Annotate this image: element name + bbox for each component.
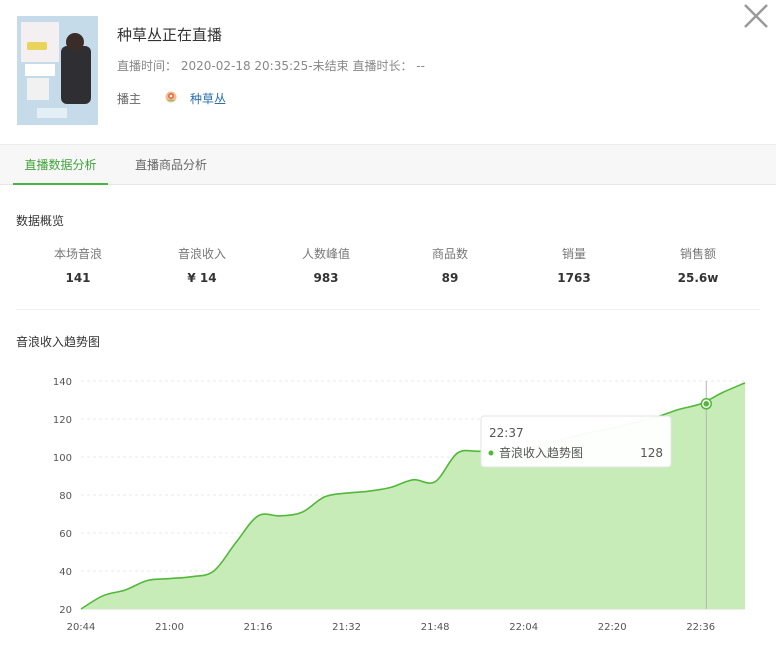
- stat-sales-amount: 销售额 25.6w: [636, 245, 760, 285]
- stat-value: 89: [441, 271, 459, 285]
- yinlang-trend-chart[interactable]: 20 40 60 80 100 120 140 20:44 21:00 21:16 21:32 21:…: [0, 360, 776, 645]
- data-point[interactable]: [389, 485, 393, 489]
- data-point[interactable]: [79, 607, 83, 611]
- y-tick-label: 80: [59, 491, 72, 502]
- y-tick-label: 100: [53, 453, 72, 464]
- tooltip-series-name: 音浪收入趋势图: [499, 445, 583, 460]
- host-name-link[interactable]: 种草丛: [190, 90, 226, 107]
- stat-value: 983: [313, 271, 339, 285]
- x-tick-label: 22:04: [509, 622, 538, 633]
- data-point[interactable]: [256, 514, 260, 518]
- stat-label: 人数峰值: [301, 247, 350, 261]
- host-label: 播主: [117, 92, 142, 106]
- stat-label: 销量: [561, 247, 586, 261]
- stat-value: 25.6w: [677, 271, 719, 285]
- y-tick-label: 120: [53, 415, 72, 426]
- data-point[interactable]: [123, 588, 127, 592]
- data-point[interactable]: [721, 390, 725, 394]
- data-point[interactable]: [411, 478, 415, 482]
- x-tick-label: 21:32: [332, 622, 361, 633]
- trend-chart-title: 音浪收入趋势图: [16, 335, 101, 349]
- tooltip-time: 22:37: [489, 426, 524, 440]
- tooltip-value: 128: [640, 446, 663, 460]
- data-point[interactable]: [300, 510, 304, 514]
- x-tick-label: 21:16: [244, 622, 273, 633]
- x-tick-label: 20:44: [67, 622, 96, 633]
- data-point[interactable]: [677, 408, 681, 412]
- stat-product-count: 商品数 89: [388, 245, 512, 285]
- highlight-point: [703, 401, 710, 407]
- data-point[interactable]: [168, 577, 172, 581]
- tab-live-data-analysis[interactable]: 直播数据分析: [13, 145, 108, 185]
- data-point[interactable]: [743, 381, 747, 385]
- x-tick-label: 22:20: [598, 622, 627, 633]
- y-tick-label: 20: [59, 605, 72, 616]
- live-cover-thumbnail: [17, 16, 98, 125]
- stat-value: 141: [65, 271, 91, 285]
- stat-label: 销售额: [679, 247, 716, 261]
- x-tick-label: 21:48: [421, 622, 450, 633]
- tooltip-series-marker: [488, 450, 494, 456]
- data-point[interactable]: [190, 575, 194, 579]
- host-avatar-icon: [165, 91, 177, 103]
- section-divider: [16, 309, 760, 310]
- y-tick-label: 60: [59, 529, 72, 540]
- data-point[interactable]: [145, 579, 149, 583]
- analysis-tabs: 直播数据分析 直播商品分析: [0, 144, 776, 185]
- data-point[interactable]: [234, 541, 238, 545]
- y-tick-label: 140: [53, 377, 72, 388]
- x-tick-label: 22:36: [686, 622, 715, 633]
- data-point[interactable]: [322, 495, 326, 499]
- overview-title: 数据概览: [16, 214, 65, 228]
- data-point[interactable]: [101, 594, 105, 598]
- stat-total-yinlang: 本场音浪 141: [16, 245, 140, 285]
- tab-live-product-analysis[interactable]: 直播商品分析: [126, 145, 216, 184]
- data-point[interactable]: [212, 569, 216, 573]
- stat-value: ¥ 14: [187, 271, 217, 285]
- active-tab-underline: [13, 183, 108, 185]
- data-point[interactable]: [367, 489, 371, 493]
- host-row: 播主 种草丛: [117, 90, 226, 107]
- live-duration-value: --: [416, 59, 425, 73]
- tab-label: 直播商品分析: [134, 158, 207, 172]
- live-time-value: 2020-02-18 20:35:25-未结束: [180, 59, 349, 73]
- live-meta: 直播时间： 2020-02-18 20:35:25-未结束 直播时长： --: [117, 57, 425, 74]
- data-point[interactable]: [345, 491, 349, 495]
- live-duration-label: 直播时长：: [352, 59, 413, 73]
- stat-sales-volume: 销量 1763: [512, 245, 636, 285]
- stat-label: 音浪收入: [177, 247, 226, 261]
- live-title: 种草丛正在直播: [117, 26, 223, 44]
- close-icon[interactable]: [742, 2, 770, 30]
- data-point[interactable]: [278, 514, 282, 518]
- stat-yinlang-income: 音浪收入 ¥ 14: [140, 245, 264, 285]
- y-tick-label: 40: [59, 567, 72, 578]
- stat-peak-viewers: 人数峰值 983: [264, 245, 388, 285]
- stat-value: 1763: [557, 271, 591, 285]
- live-time-label: 直播时间：: [117, 59, 178, 73]
- data-point[interactable]: [455, 451, 459, 455]
- data-point[interactable]: [433, 480, 437, 484]
- x-tick-label: 21:00: [155, 622, 184, 633]
- tab-label: 直播数据分析: [24, 158, 97, 172]
- stat-label: 本场音浪: [53, 247, 102, 261]
- stat-label: 商品数: [431, 247, 468, 261]
